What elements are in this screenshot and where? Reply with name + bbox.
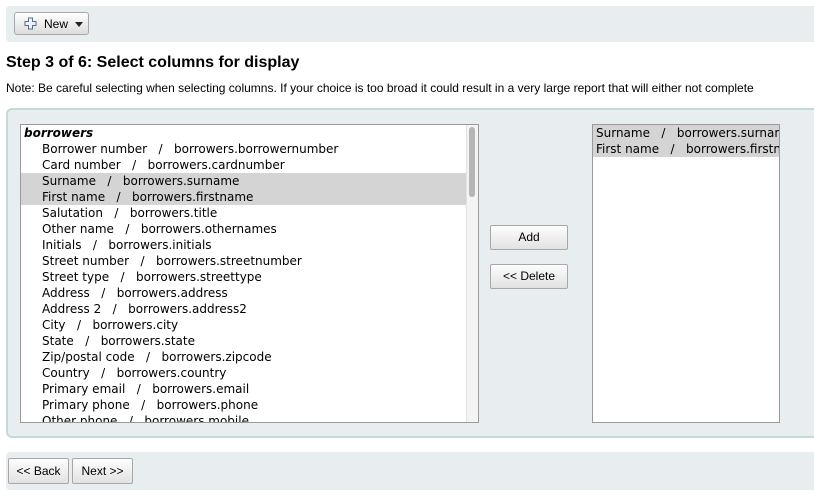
column-option[interactable]: Street number / borrowers.streetnumber: [21, 253, 468, 269]
available-columns-options: borrowers Borrower number / borrowers.bo…: [21, 125, 468, 422]
add-button[interactable]: Add: [490, 225, 568, 250]
selected-column-option[interactable]: First name / borrowers.firstname: [593, 141, 779, 157]
scrollbar-thumb[interactable]: [469, 127, 475, 197]
column-option[interactable]: Surname / borrowers.surname: [21, 173, 468, 189]
column-option[interactable]: Address / borrowers.address: [21, 285, 468, 301]
column-option[interactable]: City / borrowers.city: [21, 317, 468, 333]
selected-columns-list[interactable]: Surname / borrowers.surname First name / …: [592, 124, 780, 423]
back-button[interactable]: << Back: [8, 458, 69, 484]
column-option[interactable]: Country / borrowers.country: [21, 365, 468, 381]
plus-icon: [24, 17, 37, 30]
column-option[interactable]: Street type / borrowers.streettype: [21, 269, 468, 285]
optgroup-label: borrowers: [24, 126, 94, 140]
column-option[interactable]: Other phone / borrowers.mobile: [21, 413, 468, 422]
caret-down-icon: [75, 22, 83, 27]
selected-column-option[interactable]: Surname / borrowers.surname: [593, 125, 779, 141]
column-option[interactable]: Other name / borrowers.othernames: [21, 221, 468, 237]
column-option[interactable]: Primary email / borrowers.email: [21, 381, 468, 397]
column-option[interactable]: Zip/postal code / borrowers.zipcode: [21, 349, 468, 365]
selected-columns-options: Surname / borrowers.surname First name / …: [593, 125, 779, 157]
column-option[interactable]: Primary phone / borrowers.phone: [21, 397, 468, 413]
note-text: Note: Be careful selecting when selectin…: [6, 81, 754, 95]
new-button[interactable]: New: [14, 12, 89, 35]
column-option[interactable]: First name / borrowers.firstname: [21, 189, 468, 205]
scrollbar[interactable]: [466, 125, 478, 422]
toolbar: New: [6, 6, 814, 42]
column-option[interactable]: Borrower number / borrowers.borrowernumb…: [21, 141, 468, 157]
next-button[interactable]: Next >>: [72, 458, 133, 484]
column-option[interactable]: Initials / borrowers.initials: [21, 237, 468, 253]
column-option[interactable]: Salutation / borrowers.title: [21, 205, 468, 221]
column-option[interactable]: State / borrowers.state: [21, 333, 468, 349]
page-title: Step 3 of 6: Select columns for display: [6, 54, 300, 71]
column-option[interactable]: Card number / borrowers.cardnumber: [21, 157, 468, 173]
column-option[interactable]: Address 2 / borrowers.address2: [21, 301, 468, 317]
new-button-label: New: [44, 17, 69, 31]
available-columns-list[interactable]: borrowers Borrower number / borrowers.bo…: [20, 124, 479, 423]
delete-button[interactable]: << Delete: [490, 264, 568, 289]
